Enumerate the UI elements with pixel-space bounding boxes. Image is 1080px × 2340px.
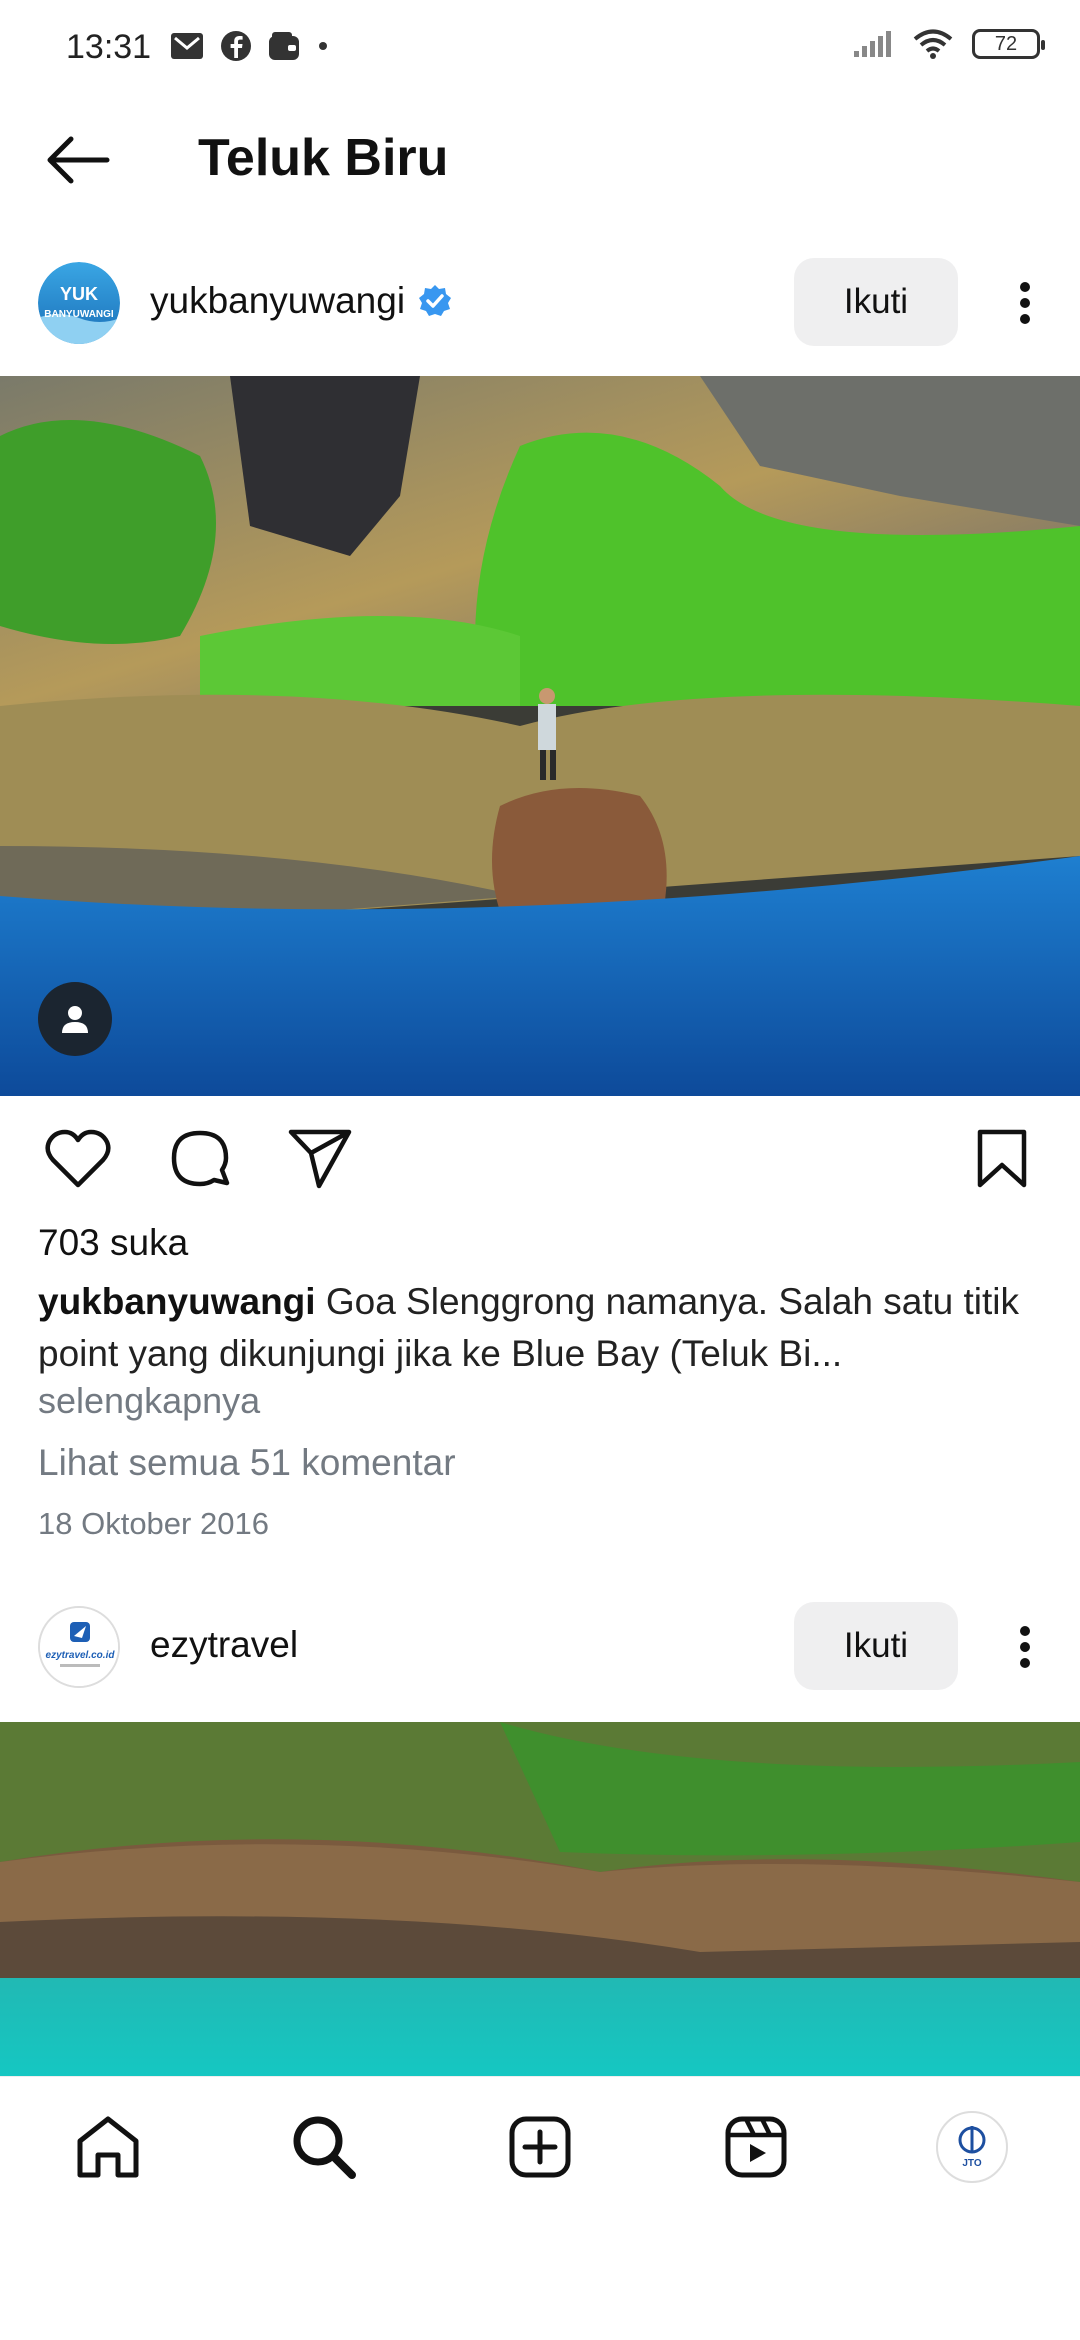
back-button[interactable] — [38, 122, 118, 198]
avatar-text: ezytravel.co.id — [46, 1650, 116, 1661]
signal-icon — [854, 31, 891, 57]
verified-badge-icon — [419, 285, 452, 316]
username-text: ezytravel — [150, 1624, 299, 1665]
page-title: Teluk Biru — [198, 129, 449, 187]
profile-avatar: JTO — [936, 2111, 1008, 2183]
more-options-button[interactable] — [1000, 268, 1050, 338]
facebook-icon — [221, 31, 251, 61]
username[interactable]: ezytravel — [150, 1624, 298, 1666]
gmail-icon — [171, 33, 203, 59]
avatar-text-top: YUK — [60, 284, 98, 304]
avatar[interactable]: YUK BANYUWANGI — [38, 262, 120, 344]
share-button[interactable] — [282, 1124, 358, 1194]
home-icon — [77, 2116, 139, 2178]
nav-reels[interactable] — [716, 2107, 796, 2187]
person-icon — [62, 1006, 88, 1033]
nav-profile[interactable]: JTO — [932, 2107, 1012, 2187]
save-button[interactable] — [964, 1124, 1040, 1194]
bottom-nav: JTO — [0, 2076, 1080, 2214]
caption-username[interactable]: yukbanyuwangi — [38, 1281, 316, 1322]
search-icon — [293, 2116, 356, 2179]
bookmark-icon — [977, 1129, 1027, 1188]
view-comments-link[interactable]: Lihat semua 51 komentar — [38, 1442, 456, 1484]
nav-home[interactable] — [68, 2107, 148, 2187]
post-actions — [0, 1096, 1080, 1220]
comment-icon — [171, 1130, 230, 1187]
gesture-area — [0, 2214, 1080, 2340]
post-image[interactable] — [0, 376, 1080, 1096]
profile-avatar-text: JTO — [962, 2158, 981, 2169]
status-time: 13:31 — [66, 28, 152, 66]
avatar[interactable]: ezytravel.co.id — [38, 1606, 120, 1688]
more-vertical-icon — [1020, 1626, 1030, 1668]
post-image[interactable] — [0, 1722, 1080, 2076]
back-arrow-icon — [47, 136, 110, 184]
heart-icon — [45, 1129, 111, 1188]
follow-button[interactable]: Ikuti — [794, 258, 958, 346]
system-icons: 72 — [852, 28, 1045, 60]
create-icon — [509, 2116, 571, 2178]
username-text: yukbanyuwangi — [150, 280, 406, 321]
likes-count[interactable]: 703 suka — [38, 1222, 188, 1264]
caption-more-link[interactable]: selengkapnya — [38, 1380, 260, 1422]
nav-create[interactable] — [500, 2107, 580, 2187]
battery-icon: 72 — [972, 29, 1045, 59]
dot-icon — [319, 42, 327, 50]
tagged-people-button[interactable] — [38, 982, 112, 1056]
username[interactable]: yukbanyuwangi — [150, 280, 453, 322]
notification-icons — [170, 30, 330, 62]
comment-button[interactable] — [162, 1124, 238, 1194]
battery-level: 72 — [994, 33, 1018, 55]
top-bar: Teluk Biru — [0, 100, 1080, 216]
cliff-photo — [0, 376, 1080, 1096]
follow-button[interactable]: Ikuti — [794, 1602, 958, 1690]
avatar-text-bottom: BANYUWANGI — [44, 309, 114, 320]
wallet-icon — [269, 32, 299, 60]
send-icon — [288, 1129, 352, 1189]
lagoon-photo — [0, 1722, 1080, 2076]
post-header: YUK BANYUWANGI yukbanyuwangi Ikuti — [0, 240, 1080, 370]
caption: yukbanyuwangi Goa Slenggrong namanya. Sa… — [38, 1276, 1048, 1380]
more-vertical-icon — [1020, 282, 1030, 324]
nav-search[interactable] — [284, 2107, 364, 2187]
like-button[interactable] — [40, 1124, 116, 1194]
wifi-icon — [913, 29, 953, 59]
more-options-button[interactable] — [1000, 1612, 1050, 1682]
post-date: 18 Oktober 2016 — [38, 1506, 269, 1541]
post-header: ezytravel.co.id ezytravel Ikuti — [0, 1584, 1080, 1714]
status-bar: 13:31 72 — [0, 0, 1080, 100]
reels-icon — [725, 2116, 787, 2178]
